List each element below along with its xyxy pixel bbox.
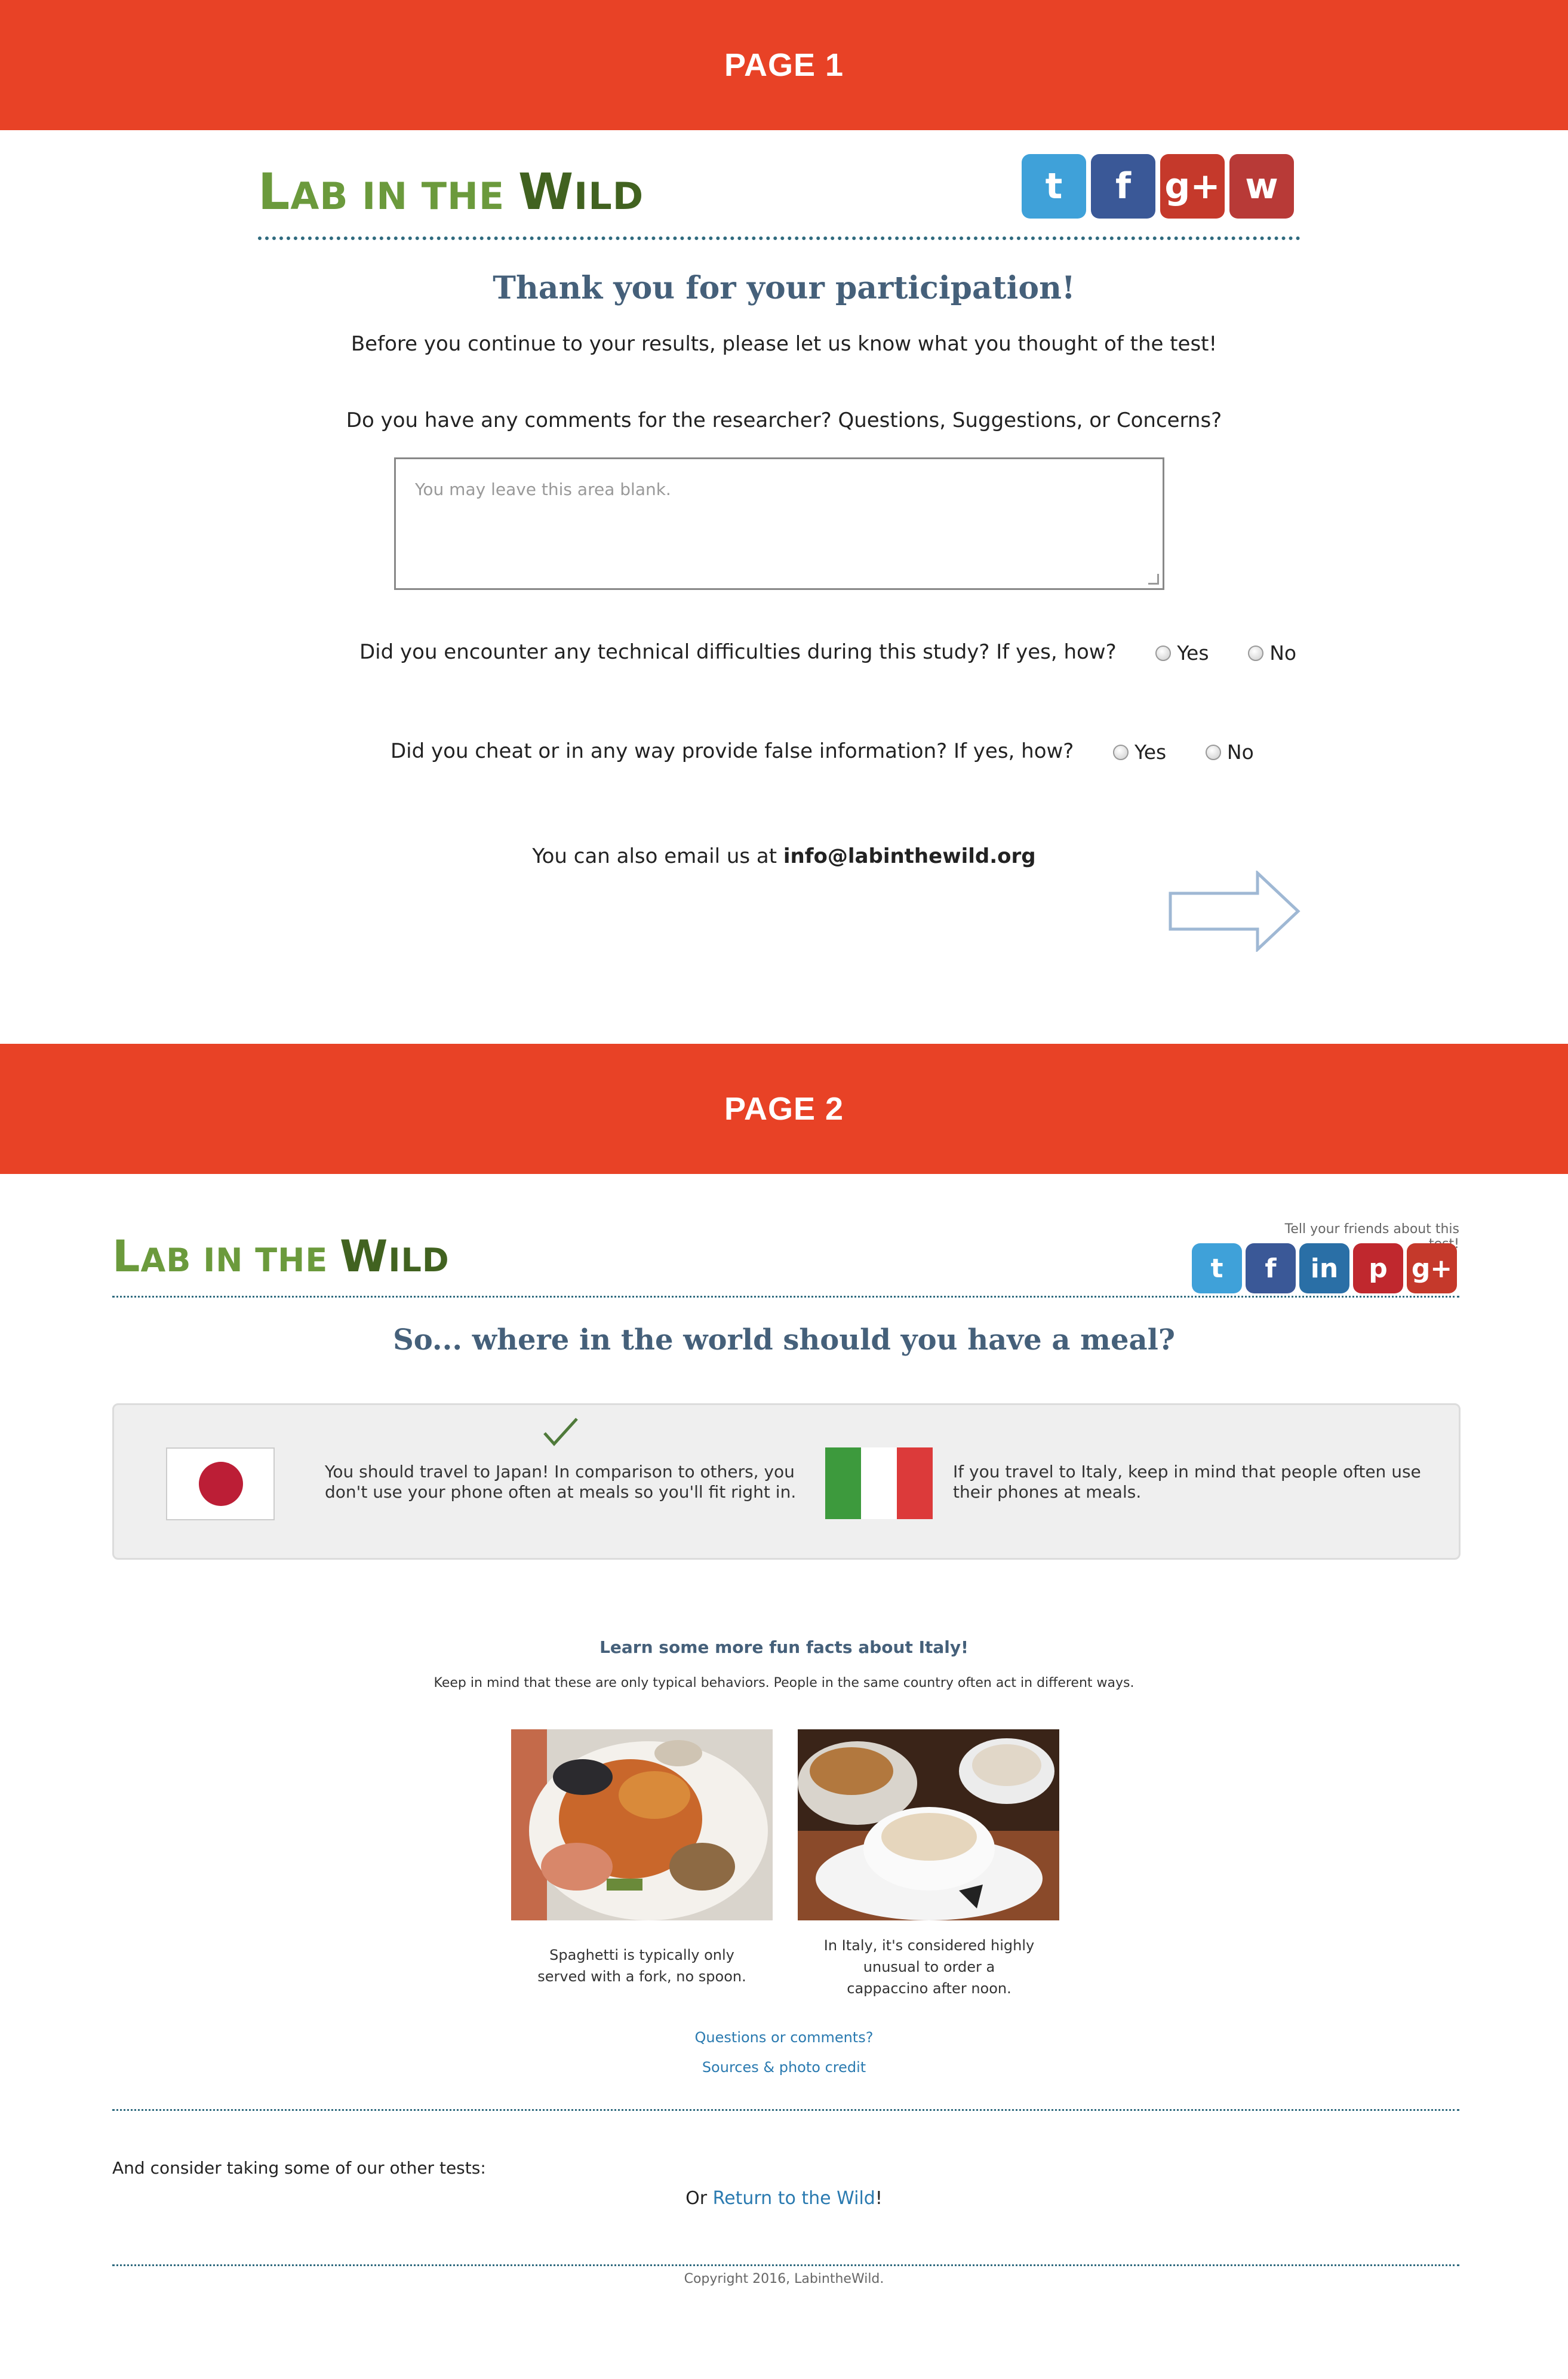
logo-text: AB IN THE <box>290 174 518 218</box>
page1-banner: PAGE 1 <box>0 0 1568 130</box>
checkmark-icon <box>543 1418 578 1446</box>
comments-placeholder: You may leave this area blank. <box>415 480 671 499</box>
no-label: No <box>1269 641 1297 665</box>
yes-label: Yes <box>1177 641 1209 665</box>
italy-flag <box>825 1447 933 1519</box>
facebook-icon[interactable]: f <box>1091 154 1155 219</box>
share-buttons: t f g+ w <box>1022 154 1294 219</box>
email-link[interactable]: info@labinthewild.org <box>783 844 1036 868</box>
technical-question-label: Did you encounter any technical difficul… <box>359 640 1117 664</box>
technical-yes-radio[interactable] <box>1155 645 1172 661</box>
questions-link[interactable]: Questions or comments? <box>0 2029 1568 2046</box>
no-label: No <box>1226 740 1254 764</box>
twitter-icon[interactable]: t <box>1192 1243 1242 1293</box>
weibo-icon[interactable]: w <box>1229 154 1294 219</box>
spaghetti-caption: Spaghetti is typically only served with … <box>537 1947 746 1985</box>
comments-textarea[interactable]: You may leave this area blank. <box>394 457 1164 590</box>
japan-flag <box>166 1447 275 1520</box>
cappuccino-image <box>798 1729 1059 1920</box>
resize-handle[interactable] <box>1148 574 1159 585</box>
logo-text: AB IN THE <box>140 1241 340 1279</box>
yes-label: Yes <box>1134 740 1167 764</box>
logo-letter: W <box>340 1231 389 1282</box>
next-arrow-icon[interactable] <box>1168 871 1302 952</box>
logo[interactable]: LAB IN THE WILD <box>112 1231 450 1282</box>
japan-result-text: You should travel to Japan! In compariso… <box>325 1462 797 1502</box>
logo-letter: L <box>258 162 291 221</box>
copyright: Copyright 2016, LabintheWild. <box>684 2272 884 2286</box>
cappuccino-caption: In Italy, it's considered highly unusual… <box>823 1937 1035 1997</box>
google-plus-icon[interactable]: g+ <box>1407 1243 1457 1293</box>
exclaim-text: ! <box>875 2188 883 2209</box>
italy-flag-green <box>825 1447 861 1519</box>
google-plus-icon[interactable]: g+ <box>1160 154 1225 219</box>
other-tests-text: And consider taking some of our other te… <box>112 2158 486 2178</box>
share-buttons: t f in p g+ <box>1192 1243 1457 1293</box>
facts-title: Learn some more fun facts about Italy! <box>599 1637 969 1657</box>
page-title: So... where in the world should you have… <box>393 1323 1175 1357</box>
intro-text: Before you continue to your results, ple… <box>351 332 1217 356</box>
cheat-no-radio[interactable] <box>1205 744 1221 760</box>
linkedin-icon[interactable]: in <box>1299 1243 1349 1293</box>
or-text: Or <box>685 2188 713 2209</box>
italy-flag-red <box>897 1447 933 1519</box>
technical-no-radio[interactable] <box>1248 645 1264 661</box>
cheat-yes-radio[interactable] <box>1112 744 1129 760</box>
technical-question: Did you encounter any technical difficul… <box>359 640 1296 665</box>
cheat-question-label: Did you cheat or in any way provide fals… <box>391 739 1074 763</box>
page-title: Thank you for your participation! <box>493 270 1075 306</box>
pinterest-icon[interactable]: p <box>1353 1243 1403 1293</box>
italy-flag-white <box>861 1447 897 1519</box>
italy-result-text: If you travel to Italy, keep in mind tha… <box>953 1462 1421 1502</box>
footer-divider <box>112 2264 1459 2266</box>
page1-banner-label: PAGE 1 <box>724 47 844 83</box>
facebook-icon[interactable]: f <box>1246 1243 1296 1293</box>
return-link[interactable]: Return to the Wild <box>713 2188 875 2209</box>
email-prefix: You can also email us at <box>532 844 783 868</box>
logo-text: ILD <box>388 1241 450 1279</box>
logo-letter: W <box>518 162 574 221</box>
return-line: Or Return to the Wild! <box>0 2188 1568 2209</box>
facts-subtitle: Keep in mind that these are only typical… <box>433 1676 1135 1690</box>
page2-banner: PAGE 2 <box>0 1044 1568 1174</box>
cappuccino-photo <box>798 1729 1059 1920</box>
comments-question: Do you have any comments for the researc… <box>346 408 1222 432</box>
header-divider <box>112 1296 1459 1298</box>
spaghetti-image <box>511 1729 773 1920</box>
logo-text: ILD <box>574 174 644 218</box>
content-divider <box>112 2109 1459 2111</box>
email-line: You can also email us at info@labinthewi… <box>0 844 1568 868</box>
twitter-icon[interactable]: t <box>1022 154 1086 219</box>
spaghetti-photo <box>511 1729 773 1920</box>
logo-letter: L <box>112 1231 141 1282</box>
sources-link[interactable]: Sources & photo credit <box>0 2059 1568 2076</box>
cheat-question: Did you cheat or in any way provide fals… <box>391 739 1254 764</box>
japan-flag-sun <box>199 1462 243 1506</box>
page2-banner-label: PAGE 2 <box>724 1091 844 1127</box>
header-divider <box>258 236 1300 240</box>
logo[interactable]: LAB IN THE WILD <box>258 162 644 221</box>
